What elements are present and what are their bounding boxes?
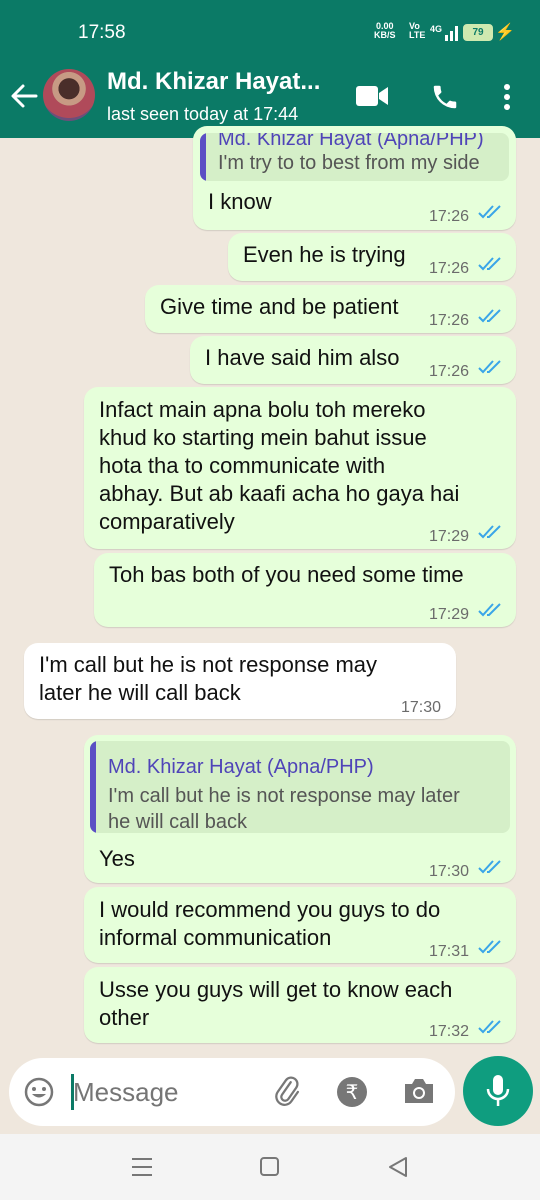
read-ticks-icon xyxy=(478,1020,501,1034)
read-ticks-icon xyxy=(478,205,501,219)
svg-text:₹: ₹ xyxy=(346,1080,359,1104)
message-input[interactable] xyxy=(73,1072,263,1112)
message-composer: ₹ xyxy=(9,1058,455,1126)
message-time: 17:26 xyxy=(429,363,470,380)
message-bubble[interactable]: Toh bas both of you need some time 17:29 xyxy=(94,553,516,627)
quoted-message[interactable]: Md. Khizar Hayat (Apna/PHP) I'm try to t… xyxy=(200,133,509,181)
quote-author: Md. Khizar Hayat (Apna/PHP) xyxy=(108,756,374,778)
last-seen-status: last seen today at 17:44 xyxy=(107,104,299,124)
message-bubble[interactable]: Infact main apna bolu toh mereko khud ko… xyxy=(84,387,516,549)
message-text: Even he is trying xyxy=(243,242,406,267)
back-arrow-icon[interactable] xyxy=(8,80,40,112)
quote-text: I'm call but he is not response may late… xyxy=(108,785,460,833)
message-text: Toh bas both of you need some time xyxy=(109,562,464,587)
voice-record-button[interactable] xyxy=(463,1056,533,1126)
network-speed-unit: KB/S xyxy=(374,30,396,40)
message-time: 17:29 xyxy=(429,606,470,623)
message-time: 17:26 xyxy=(429,260,470,277)
read-ticks-icon xyxy=(478,603,501,617)
message-time: 17:31 xyxy=(429,943,470,960)
emoji-icon[interactable] xyxy=(23,1076,55,1108)
message-text: I'm call but he is not response may late… xyxy=(39,652,378,705)
more-options-icon[interactable] xyxy=(500,82,514,112)
signal-icon xyxy=(445,26,458,41)
recent-apps-icon[interactable] xyxy=(131,1157,153,1177)
message-text: Give time and be patient xyxy=(160,294,399,319)
camera-icon[interactable] xyxy=(402,1076,436,1106)
message-bubble[interactable]: Even he is trying 17:26 xyxy=(228,233,516,281)
read-ticks-icon xyxy=(478,940,501,954)
read-ticks-icon xyxy=(478,309,501,323)
video-call-icon[interactable] xyxy=(355,84,389,108)
message-bubble[interactable]: I would recommend you guys to do informa… xyxy=(84,887,516,963)
message-text: I have said him also xyxy=(205,345,400,370)
read-ticks-icon xyxy=(478,860,501,874)
volte-indicator: Vo LTE xyxy=(409,21,426,40)
message-bubble[interactable]: Usse you guys will get to know each othe… xyxy=(84,967,516,1043)
message-time: 17:32 xyxy=(429,1023,470,1040)
attach-icon[interactable] xyxy=(269,1074,305,1110)
back-nav-icon[interactable] xyxy=(387,1156,409,1178)
message-bubble[interactable]: I have said him also 17:26 xyxy=(190,336,516,384)
contact-name[interactable]: Md. Khizar Hayat... xyxy=(107,68,339,96)
home-icon[interactable] xyxy=(259,1156,281,1178)
message-text: Yes xyxy=(99,846,135,871)
read-ticks-icon xyxy=(478,257,501,271)
message-bubble[interactable]: Give time and be patient 17:26 xyxy=(145,285,516,333)
voice-call-icon[interactable] xyxy=(430,82,460,112)
avatar[interactable] xyxy=(43,69,95,121)
message-bubble[interactable]: Md. Khizar Hayat (Apna/PHP) I'm call but… xyxy=(84,735,516,883)
status-bar: 17:58 0.00 KB/S Vo LTE 4G 79 ⚡ xyxy=(0,0,540,62)
top-bar: 17:58 0.00 KB/S Vo LTE 4G 79 ⚡ Md. Khizar… xyxy=(0,0,540,138)
battery-icon: 79 xyxy=(463,24,493,41)
message-time: 17:30 xyxy=(429,863,470,880)
quote-accent-bar xyxy=(90,741,96,833)
charging-icon: ⚡ xyxy=(495,24,515,41)
message-time: 17:29 xyxy=(429,528,470,545)
message-bubble[interactable]: I'm call but he is not response may late… xyxy=(24,643,456,719)
read-ticks-icon xyxy=(478,525,501,539)
quote-accent-bar xyxy=(200,133,206,181)
message-text: Usse you guys will get to know each othe… xyxy=(99,977,453,1030)
message-time: 17:26 xyxy=(429,312,470,329)
payment-rupee-icon[interactable]: ₹ xyxy=(336,1076,368,1108)
read-ticks-icon xyxy=(478,360,501,374)
system-nav-bar xyxy=(0,1134,540,1200)
status-time: 17:58 xyxy=(78,22,126,43)
message-text: I would recommend you guys to do informa… xyxy=(99,897,441,950)
microphone-icon xyxy=(486,1075,510,1106)
signal-type: 4G xyxy=(430,24,443,34)
network-speed: 0.00 KB/S xyxy=(374,22,396,40)
quote-text: I'm try to to best from my side xyxy=(218,152,480,174)
message-text: Infact main apna bolu toh mereko khud ko… xyxy=(99,397,460,534)
message-text: I know xyxy=(208,189,272,214)
message-time: 17:26 xyxy=(429,208,470,225)
message-bubble[interactable]: Md. Khizar Hayat (Apna/PHP) I'm try to t… xyxy=(193,126,516,230)
message-time: 17:30 xyxy=(401,699,442,716)
quoted-message[interactable]: Md. Khizar Hayat (Apna/PHP) I'm call but… xyxy=(90,741,510,833)
